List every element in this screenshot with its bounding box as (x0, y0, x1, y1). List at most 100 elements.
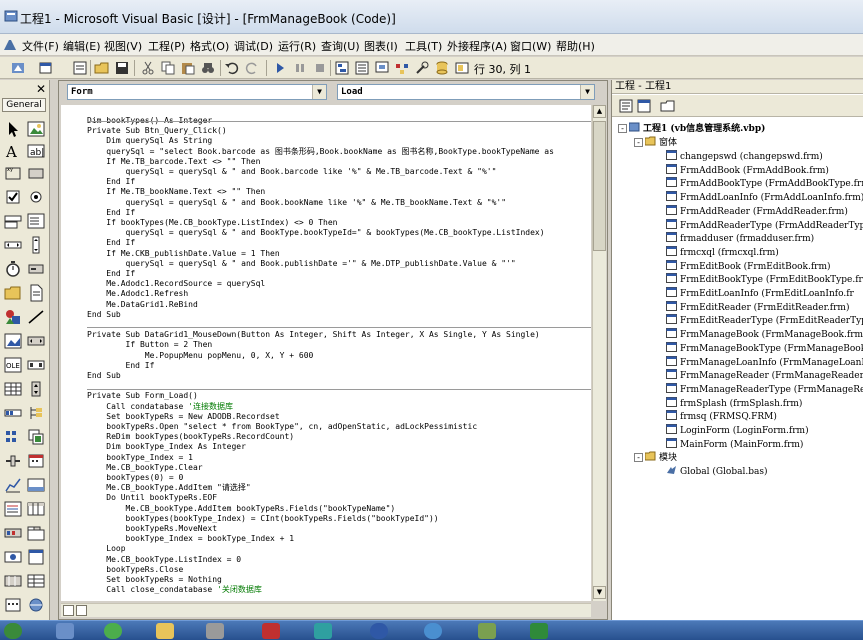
find-icon[interactable] (200, 60, 216, 76)
scroll-down-icon[interactable]: ▼ (593, 586, 606, 599)
textbox-tool-icon[interactable]: ab| (27, 142, 45, 160)
code-line[interactable]: End If (87, 177, 135, 187)
toolbar-tool-icon[interactable] (4, 524, 22, 542)
procedure-view-icon[interactable] (63, 605, 74, 616)
picturebox-tool-icon[interactable] (27, 120, 45, 138)
hscrollbar-tool-icon[interactable] (4, 236, 22, 254)
menu-window[interactable]: 窗口(W) (510, 38, 551, 54)
save-project-icon[interactable] (114, 60, 130, 76)
animation-tool-icon[interactable] (4, 548, 22, 566)
chart-tool-icon[interactable] (4, 476, 22, 494)
code-line[interactable]: End If (87, 361, 155, 371)
tree-folder-modules[interactable]: - 模块 (634, 451, 677, 464)
commandbutton-tool-icon[interactable] (27, 164, 45, 182)
optionbutton-tool-icon[interactable] (27, 188, 45, 206)
component-manager-icon[interactable] (454, 60, 470, 76)
form-layout-icon[interactable] (374, 60, 390, 76)
code-line[interactable]: End Sub (87, 371, 121, 381)
menu-view[interactable]: 视图(V) (104, 38, 142, 54)
tree-form-item[interactable]: frmsq (FRMSQ.FRM) (666, 410, 777, 423)
properties-window-icon[interactable] (354, 60, 370, 76)
slider-tool-icon[interactable] (4, 452, 22, 470)
winsock-tool-icon[interactable] (27, 596, 45, 614)
taskbar-media-icon[interactable] (370, 623, 388, 639)
imagelist-tool-icon[interactable] (27, 428, 45, 446)
code-line[interactable]: bookTypes(bookType_Index) = CInt(bookTyp… (87, 514, 439, 524)
code-line[interactable]: querySql = querySql & " and Book.barcode… (87, 167, 497, 177)
paste-icon[interactable] (180, 60, 196, 76)
code-line[interactable]: querySql = querySql & " and Book.publish… (87, 259, 516, 269)
taskbar-app-icon[interactable] (424, 623, 442, 639)
code-line[interactable]: Do Until bookTypeRs.EOF (87, 493, 217, 503)
collapse-icon[interactable]: - (618, 124, 627, 133)
image-tool-icon[interactable] (4, 332, 22, 350)
menu-edit[interactable]: 编辑(E) (63, 38, 101, 54)
code-line[interactable]: Dim querySql As String (87, 136, 212, 146)
tree-form-item[interactable]: LoginForm (LoginForm.frm) (666, 424, 809, 437)
menu-run[interactable]: 运行(R) (278, 38, 316, 54)
run-icon[interactable] (272, 60, 288, 76)
adodc-tool-icon[interactable] (27, 356, 45, 374)
code-line[interactable]: Me.Adodc1.RecordSource = querySql (87, 279, 265, 289)
code-line[interactable]: End If (87, 208, 135, 218)
tree-form-item[interactable]: FrmAddBookType (FrmAddBookType.frm) (666, 177, 863, 190)
code-line[interactable]: If Me.TB_barcode.Text <> "" Then (87, 157, 260, 167)
tree-form-item[interactable]: frmcxql (frmcxql.frm) (666, 245, 779, 259)
tree-form-item[interactable]: FrmEditBookType (FrmEditBookType.fr (666, 273, 863, 286)
open-project-icon[interactable] (94, 60, 110, 76)
mshflexgrid-tool-icon[interactable] (4, 380, 22, 398)
dirlistbox-tool-icon[interactable] (4, 284, 22, 302)
code-line[interactable]: Private Sub DataGrid1_MouseDown(Button A… (87, 330, 540, 340)
object-combobox[interactable]: Form ▼ (67, 84, 327, 100)
menu-addins[interactable]: 外接程序(A) (447, 38, 507, 54)
tree-form-item[interactable]: MainForm (MainForm.frm) (666, 437, 803, 451)
tree-form-item[interactable]: FrmEditBook (FrmEditBook.frm) (666, 259, 831, 273)
code-line[interactable]: End If (87, 269, 135, 279)
code-line[interactable]: Private Sub Form_Load() (87, 391, 198, 401)
tree-form-item[interactable]: FrmManageBook (FrmManageBook.frm) (666, 328, 863, 341)
listbox-tool-icon[interactable] (27, 212, 45, 230)
chevron-down-icon[interactable]: ▼ (580, 85, 594, 99)
tree-form-item[interactable]: FrmEditReaderType (FrmEditReaderTyp (666, 314, 863, 327)
monthview-tool-icon[interactable] (4, 596, 22, 614)
code-line[interactable]: bookTypeRs.Open "select * from BookType"… (87, 422, 477, 432)
shape-tool-icon[interactable] (4, 308, 22, 326)
code-line[interactable]: Set bookTypeRs = Nothing (87, 575, 222, 585)
code-line[interactable]: querySql = querySql & " and Book.bookNam… (87, 198, 507, 208)
break-icon[interactable] (292, 60, 308, 76)
toggle-folders-icon[interactable] (660, 98, 676, 114)
tree-form-item[interactable]: frmSplash (frmSplash.frm) (666, 396, 802, 410)
toolbox-tab-general[interactable]: General (2, 98, 46, 112)
code-editor[interactable]: Dim bookTypes() As IntegerPrivate Sub Bt… (61, 105, 591, 601)
menu-debug[interactable]: 调试(D) (234, 38, 273, 54)
data-tool-icon[interactable] (27, 332, 45, 350)
procedure-combobox[interactable]: Load ▼ (337, 84, 595, 100)
tree-form-item[interactable]: FrmEditReader (FrmEditReader.frm) (666, 300, 849, 314)
toolbox-icon[interactable] (414, 60, 430, 76)
tree-form-item[interactable]: FrmAddReaderType (FrmAddReaderType. (666, 218, 863, 232)
menu-project[interactable]: 工程(P) (148, 38, 185, 54)
code-line[interactable]: Me.Adodc1.Refresh (87, 289, 188, 299)
tree-folder-forms[interactable]: - 窗体 (634, 136, 677, 149)
code-line[interactable]: Set bookTypeRs = New ADODB.Recordset (87, 412, 279, 422)
code-line[interactable]: Me.CB_bookType.AddItem bookTypeRs.Fields… (87, 504, 396, 514)
stop-icon[interactable] (312, 60, 328, 76)
tree-form-item[interactable]: FrmAddReader (FrmAddReader.frm) (666, 204, 848, 218)
listview-tool-icon[interactable] (4, 428, 22, 446)
taskbar-app-icon[interactable] (104, 623, 122, 639)
statusbar-tool-icon[interactable] (27, 476, 45, 494)
code-line[interactable]: Me.DataGrid1.ReBind (87, 300, 198, 310)
chevron-down-icon[interactable]: ▼ (312, 85, 326, 99)
ole-tool-icon[interactable]: OLE (4, 356, 22, 374)
code-line[interactable]: Me.CB_bookType.Clear (87, 463, 202, 473)
tabstrip-tool-icon[interactable] (27, 524, 45, 542)
taskbar-app-icon[interactable] (206, 623, 224, 639)
code-line[interactable]: If Me.TB_bookName.Text <> "" Then (87, 187, 265, 197)
menu-query[interactable]: 查询(U) (321, 38, 360, 54)
taskbar-app-icon[interactable] (56, 623, 74, 639)
drivelistbox-tool-icon[interactable] (27, 260, 45, 278)
vscrollbar-tool-icon[interactable] (27, 236, 45, 254)
object-browser-icon[interactable] (394, 60, 410, 76)
data-view-icon[interactable] (434, 60, 450, 76)
project-explorer-icon[interactable] (334, 60, 350, 76)
